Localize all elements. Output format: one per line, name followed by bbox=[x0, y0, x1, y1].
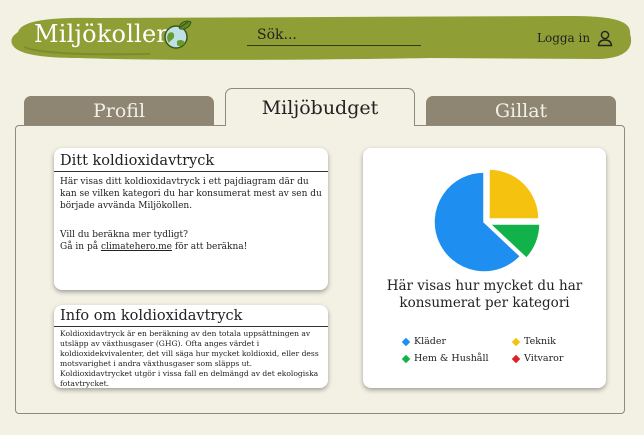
info-card-title: Info om koldioxidavtryck bbox=[54, 305, 328, 327]
login-button[interactable]: Logga in bbox=[537, 29, 614, 47]
legend-swatch bbox=[401, 354, 411, 363]
brand-logo-text[interactable]: Miljökollen bbox=[34, 20, 172, 48]
user-icon bbox=[597, 30, 613, 47]
login-label: Logga in bbox=[537, 31, 591, 45]
legend-label: Kläder bbox=[414, 336, 447, 347]
legend-swatch bbox=[511, 337, 521, 346]
globe-leaf-logo-icon bbox=[164, 20, 192, 49]
search-input[interactable] bbox=[247, 24, 421, 46]
footprint-more-prompt: Vill du beräkna mer tydligt? bbox=[60, 230, 188, 241]
chart-legend: Kläder Teknik Hem & Hushåll Vitvaror bbox=[401, 336, 593, 364]
search-field[interactable] bbox=[247, 24, 421, 46]
chart-card: Här visas hur mycket du har konsumerat p… bbox=[363, 148, 606, 388]
legend-swatch bbox=[511, 354, 521, 363]
legend-label: Vitvaror bbox=[524, 353, 564, 364]
footprint-card: Ditt koldioxidavtryck Här visas ditt kol… bbox=[54, 148, 328, 290]
chart-caption: Här visas hur mycket du har konsumerat p… bbox=[386, 278, 583, 311]
info-card: Info om koldioxidavtryck Koldioxidavtryc… bbox=[54, 305, 328, 388]
legend-item: Vitvaror bbox=[511, 353, 593, 364]
legend-item: Kläder bbox=[401, 336, 513, 347]
legend-label: Teknik bbox=[524, 336, 556, 347]
legend-item: Teknik bbox=[511, 336, 593, 347]
footprint-card-title: Ditt koldioxidavtryck bbox=[54, 148, 328, 172]
link-prefix: Gå in på bbox=[60, 242, 101, 253]
tab-miljobudget[interactable]: Miljöbudget bbox=[225, 88, 415, 126]
legend-label: Hem & Hushåll bbox=[414, 353, 489, 364]
climatehero-link[interactable]: climatehero.me bbox=[101, 242, 172, 252]
tab-profil[interactable]: Profil bbox=[24, 96, 214, 126]
tab-gillat[interactable]: Gillat bbox=[426, 96, 616, 126]
info-card-body: Koldioxidavtryck är en beräkning av den … bbox=[60, 329, 319, 388]
pie-chart bbox=[433, 168, 541, 273]
link-suffix: för att beräkna! bbox=[172, 242, 248, 253]
legend-item: Hem & Hushåll bbox=[401, 353, 513, 364]
legend-swatch bbox=[401, 337, 411, 346]
footprint-description: Här visas ditt koldioxidavtryck i ett pa… bbox=[60, 177, 322, 211]
footprint-link-line: Gå in på climatehero.me för att beräkna! bbox=[60, 242, 322, 254]
pie-slice-teknik bbox=[488, 168, 540, 220]
